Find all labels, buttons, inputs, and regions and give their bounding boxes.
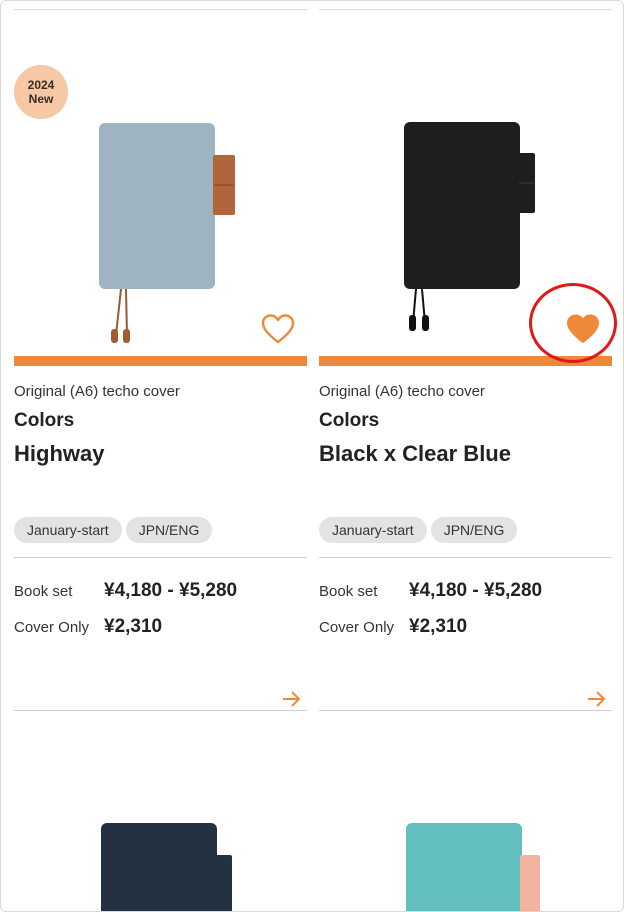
tag-start-month: January-start	[14, 517, 122, 543]
product-grid: 2024 New Original (A6) techo cover Color…	[0, 0, 624, 912]
book-set-label: Book set	[14, 583, 73, 600]
book-set-price: ¥4,180 - ¥5,280	[104, 580, 238, 601]
view-details-link[interactable]	[586, 689, 608, 709]
book-set-label: Book set	[319, 583, 378, 600]
notebook-cover-image	[404, 122, 535, 331]
product-series: Colors	[319, 410, 380, 431]
view-details-link[interactable]	[281, 689, 303, 709]
badge-label: New	[28, 92, 54, 106]
product-name[interactable]: Highway	[14, 441, 104, 467]
product-name[interactable]: Black x Clear Blue	[319, 441, 511, 467]
cover-only-price: ¥2,310	[104, 616, 163, 637]
new-badge: 2024 New	[14, 65, 68, 119]
cover-only-label: Cover Only	[319, 619, 395, 636]
card-bottom-divider	[14, 710, 307, 711]
product-image[interactable]	[319, 9, 612, 359]
product-card-black-clear-blue[interactable]: Original (A6) techo cover Colors Black x…	[319, 9, 612, 719]
accent-bar	[14, 356, 307, 366]
price-row-book-set: Book set ¥4,180 - ¥5,280	[14, 580, 237, 602]
tag-language: JPN/ENG	[125, 517, 213, 543]
price-divider	[14, 557, 307, 558]
notebook-cover-image	[101, 823, 232, 911]
price-row-cover-only: Cover Only ¥2,310	[319, 616, 467, 638]
tag-language: JPN/ENG	[430, 517, 518, 543]
book-set-price: ¥4,180 - ¥5,280	[409, 580, 543, 601]
arrow-right-icon	[588, 691, 606, 707]
favorite-button-active[interactable]	[566, 314, 600, 344]
product-card-next-2[interactable]	[319, 719, 612, 911]
product-series: Colors	[14, 410, 75, 431]
product-category: Original (A6) techo cover	[14, 383, 180, 400]
product-image[interactable]	[14, 9, 307, 359]
product-card-highway[interactable]: 2024 New Original (A6) techo cover Color…	[14, 9, 307, 719]
price-row-book-set: Book set ¥4,180 - ¥5,280	[319, 580, 542, 602]
accent-bar	[319, 356, 612, 366]
notebook-cover-image	[406, 823, 540, 911]
card-bottom-divider	[319, 710, 612, 711]
cover-only-price: ¥2,310	[409, 616, 468, 637]
notebook-cover-image	[99, 123, 235, 343]
arrow-right-icon	[283, 691, 301, 707]
product-category: Original (A6) techo cover	[319, 383, 485, 400]
heart-icon	[567, 314, 599, 343]
tag-start-month: January-start	[319, 517, 427, 543]
cover-only-label: Cover Only	[14, 619, 90, 636]
favorite-button[interactable]	[261, 314, 295, 344]
product-card-next-1[interactable]	[14, 719, 307, 911]
price-row-cover-only: Cover Only ¥2,310	[14, 616, 162, 638]
product-tags: January-start JPN/ENG	[14, 517, 213, 543]
product-tags: January-start JPN/ENG	[319, 517, 518, 543]
price-divider	[319, 557, 612, 558]
heart-icon	[261, 314, 295, 344]
badge-year: 2024	[27, 78, 55, 92]
